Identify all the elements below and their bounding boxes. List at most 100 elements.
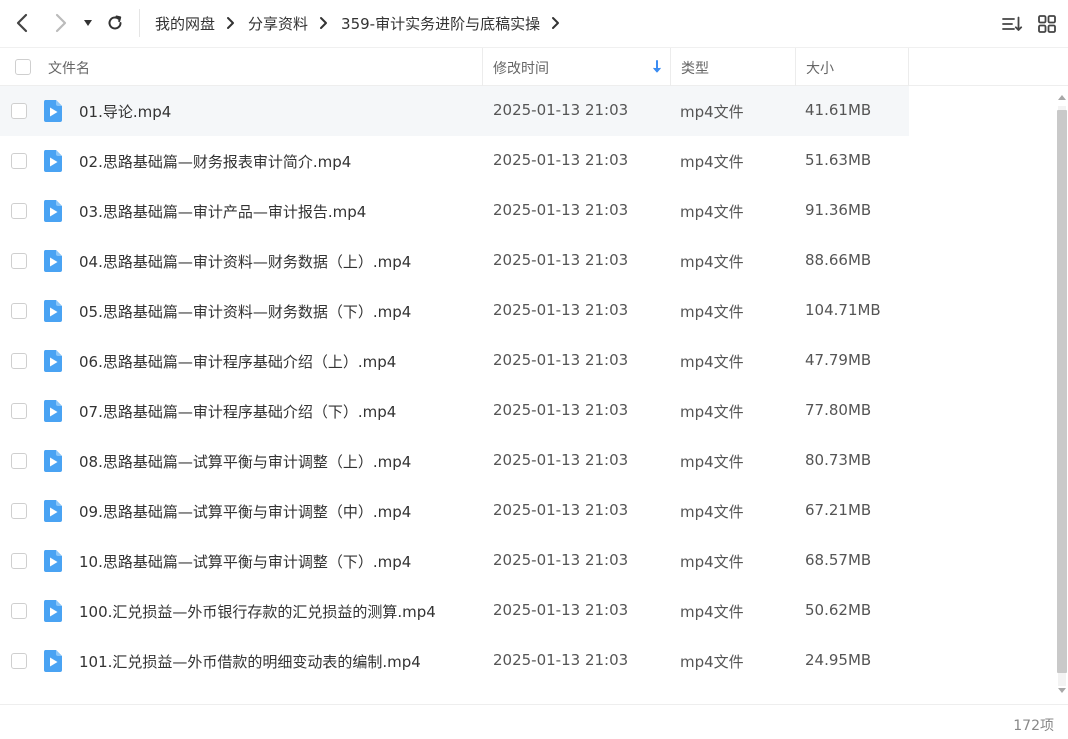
grid-view-icon xyxy=(1038,15,1056,33)
table-row[interactable]: 05.思路基础篇—审计资料—财务数据（下）.mp4 2025-01-13 21:… xyxy=(0,286,1056,336)
video-file-icon xyxy=(43,100,62,122)
table-row[interactable]: 100.汇兑损益—外币银行存款的汇兑损益的测算.mp4 2025-01-13 2… xyxy=(0,586,1056,636)
file-name[interactable]: 08.思路基础篇—试算平衡与审计调整（上）.mp4 xyxy=(79,451,411,472)
file-type: mp4文件 xyxy=(680,503,744,521)
scrollbar-thumb[interactable] xyxy=(1057,110,1067,673)
row-checkbox[interactable] xyxy=(11,303,27,319)
scroll-up-arrow-icon[interactable] xyxy=(1057,92,1067,102)
file-modified-date: 2025-01-13 21:03 xyxy=(493,651,629,669)
file-name[interactable]: 101.汇兑损益—外币借款的明细变动表的编制.mp4 xyxy=(79,651,421,672)
refresh-button[interactable] xyxy=(102,10,128,36)
column-divider[interactable] xyxy=(670,48,671,86)
history-dropdown-button[interactable] xyxy=(77,10,99,36)
column-divider[interactable] xyxy=(908,48,909,86)
file-type: mp4文件 xyxy=(680,453,744,471)
file-type: mp4文件 xyxy=(680,253,744,271)
file-type: mp4文件 xyxy=(680,103,744,121)
row-checkbox[interactable] xyxy=(11,503,27,519)
row-checkbox[interactable] xyxy=(11,453,27,469)
chevron-right-icon xyxy=(226,16,240,30)
file-modified-date: 2025-01-13 21:03 xyxy=(493,601,629,619)
column-size-header[interactable]: 大小 xyxy=(806,58,834,78)
file-name[interactable]: 100.汇兑损益—外币银行存款的汇兑损益的测算.mp4 xyxy=(79,601,436,622)
file-name[interactable]: 02.思路基础篇—财务报表审计简介.mp4 xyxy=(79,151,351,172)
file-modified-date: 2025-01-13 21:03 xyxy=(493,151,629,169)
breadcrumb: 我的网盘 分享资料 359-审计实务进阶与底稿实操 xyxy=(155,12,573,34)
file-name[interactable]: 10.思路基础篇—试算平衡与审计调整（下）.mp4 xyxy=(79,551,411,572)
video-file-icon xyxy=(43,400,62,422)
file-type: mp4文件 xyxy=(680,403,744,421)
file-size: 24.95MB xyxy=(805,651,872,669)
table-row[interactable]: 06.思路基础篇—审计程序基础介绍（上）.mp4 2025-01-13 21:0… xyxy=(0,336,1056,386)
file-type: mp4文件 xyxy=(680,603,744,621)
table-row[interactable]: 03.思路基础篇—审计产品—审计报告.mp4 2025-01-13 21:03 … xyxy=(0,186,1056,236)
row-checkbox[interactable] xyxy=(11,353,27,369)
file-name[interactable]: 04.思路基础篇—审计资料—财务数据（上）.mp4 xyxy=(79,251,411,272)
table-row[interactable]: 01.导论.mp4 2025-01-13 21:03 mp4文件 41.61MB xyxy=(0,86,909,136)
row-checkbox[interactable] xyxy=(11,603,27,619)
file-size: 88.66MB xyxy=(805,251,872,269)
column-divider[interactable] xyxy=(482,48,483,86)
column-type-header[interactable]: 类型 xyxy=(681,58,709,78)
file-type: mp4文件 xyxy=(680,653,744,671)
grid-view-button[interactable] xyxy=(1035,12,1059,36)
select-all-checkbox[interactable] xyxy=(15,59,31,75)
row-checkbox[interactable] xyxy=(11,153,27,169)
file-name[interactable]: 03.思路基础篇—审计产品—审计报告.mp4 xyxy=(79,201,366,222)
breadcrumb-item-current[interactable]: 359-审计实务进阶与底稿实操 xyxy=(341,13,540,34)
vertical-scrollbar[interactable] xyxy=(1056,92,1068,700)
file-size: 41.61MB xyxy=(805,101,872,119)
row-checkbox[interactable] xyxy=(11,253,27,269)
column-divider[interactable] xyxy=(795,48,796,86)
file-type: mp4文件 xyxy=(680,303,744,321)
video-file-icon xyxy=(43,550,62,572)
table-row[interactable]: 04.思路基础篇—审计资料—财务数据（上）.mp4 2025-01-13 21:… xyxy=(0,236,1056,286)
chevron-right-icon[interactable] xyxy=(551,16,565,30)
breadcrumb-item-shared[interactable]: 分享资料 xyxy=(248,13,308,34)
chevron-left-icon xyxy=(16,13,28,33)
toolbar: 我的网盘 分享资料 359-审计实务进阶与底稿实操 xyxy=(0,0,1068,47)
column-name-header[interactable]: 文件名 xyxy=(48,58,90,78)
table-row[interactable]: 101.汇兑损益—外币借款的明细变动表的编制.mp4 2025-01-13 21… xyxy=(0,636,1056,686)
table-row[interactable]: 10.思路基础篇—试算平衡与审计调整（下）.mp4 2025-01-13 21:… xyxy=(0,536,1056,586)
file-name[interactable]: 05.思路基础篇—审计资料—财务数据（下）.mp4 xyxy=(79,301,411,322)
file-name[interactable]: 01.导论.mp4 xyxy=(79,101,171,122)
column-modified-header[interactable]: 修改时间 xyxy=(493,58,549,78)
file-modified-date: 2025-01-13 21:03 xyxy=(493,101,629,119)
file-name[interactable]: 07.思路基础篇—审计程序基础介绍（下）.mp4 xyxy=(79,401,396,422)
table-row[interactable]: 02.思路基础篇—财务报表审计简介.mp4 2025-01-13 21:03 m… xyxy=(0,136,1056,186)
video-file-icon xyxy=(43,600,62,622)
sort-button[interactable] xyxy=(1000,12,1024,36)
row-checkbox[interactable] xyxy=(11,203,27,219)
file-name[interactable]: 06.思路基础篇—审计程序基础介绍（上）.mp4 xyxy=(79,351,396,372)
scroll-down-arrow-icon[interactable] xyxy=(1057,686,1067,696)
row-checkbox[interactable] xyxy=(11,553,27,569)
file-size: 67.21MB xyxy=(805,501,872,519)
breadcrumb-item-root[interactable]: 我的网盘 xyxy=(155,13,215,34)
video-file-icon xyxy=(43,450,62,472)
sort-list-icon xyxy=(1002,16,1023,31)
video-file-icon xyxy=(43,200,62,222)
table-row[interactable]: 07.思路基础篇—审计程序基础介绍（下）.mp4 2025-01-13 21:0… xyxy=(0,386,1056,436)
back-button[interactable] xyxy=(9,10,35,36)
file-modified-date: 2025-01-13 21:03 xyxy=(493,251,629,269)
file-type: mp4文件 xyxy=(680,203,744,221)
file-list: 01.导论.mp4 2025-01-13 21:03 mp4文件 41.61MB… xyxy=(0,86,1056,704)
chevron-right-icon xyxy=(55,13,67,33)
file-modified-date: 2025-01-13 21:03 xyxy=(493,201,629,219)
file-size: 68.57MB xyxy=(805,551,872,569)
forward-button[interactable] xyxy=(48,10,74,36)
chevron-right-icon xyxy=(319,16,333,30)
row-checkbox[interactable] xyxy=(11,403,27,419)
row-checkbox[interactable] xyxy=(11,653,27,669)
refresh-icon xyxy=(108,15,122,30)
file-size: 104.71MB xyxy=(805,301,881,319)
table-row[interactable]: 08.思路基础篇—试算平衡与审计调整（上）.mp4 2025-01-13 21:… xyxy=(0,436,1056,486)
file-modified-date: 2025-01-13 21:03 xyxy=(493,351,629,369)
table-row[interactable]: 09.思路基础篇—试算平衡与审计调整（中）.mp4 2025-01-13 21:… xyxy=(0,486,1056,536)
file-name[interactable]: 09.思路基础篇—试算平衡与审计调整（中）.mp4 xyxy=(79,501,411,522)
row-checkbox[interactable] xyxy=(11,103,27,119)
sort-descending-icon xyxy=(653,60,661,73)
file-modified-date: 2025-01-13 21:03 xyxy=(493,301,629,319)
item-count: 172项 xyxy=(1013,718,1054,734)
